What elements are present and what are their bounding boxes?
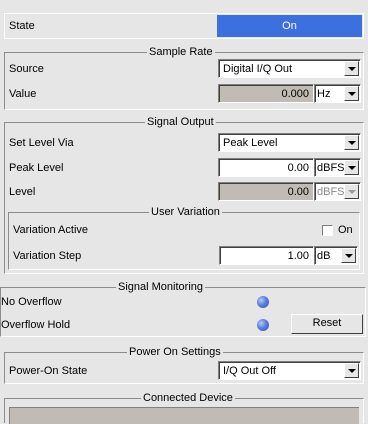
level-field: 0.00 <box>218 182 314 201</box>
chevron-down-icon[interactable] <box>344 61 359 76</box>
variation-step-unit-select[interactable]: dB <box>314 246 358 265</box>
reset-label: Reset <box>312 317 342 329</box>
variation-active-label: Variation Active <box>13 224 89 236</box>
variation-step-input[interactable]: 1.00 <box>219 246 314 265</box>
sample-rate-value-field: 0.000 <box>218 84 314 103</box>
variation-step-unit: dB <box>317 250 331 262</box>
variation-active-check-label: On <box>338 224 353 236</box>
level-label: Level <box>9 186 36 198</box>
chevron-down-icon[interactable] <box>344 160 359 175</box>
sample-rate-unit-select[interactable]: Hz <box>314 84 361 103</box>
peak-level-value: 0.00 <box>287 162 309 174</box>
source-value: Digital I/Q Out <box>223 63 293 75</box>
chevron-down-icon <box>344 184 359 199</box>
variation-step-value: 1.00 <box>287 250 309 262</box>
user-variation-title: User Variation <box>149 205 222 219</box>
level-value: 0.00 <box>287 186 309 198</box>
peak-level-unit: dBFS <box>317 162 345 174</box>
level-unit: dBFS <box>317 186 345 198</box>
signal-output-group: Signal Output Set Level Via Peak Level P… <box>4 115 364 274</box>
state-toggle[interactable]: On <box>217 15 362 37</box>
sample-rate-group: Sample Rate Source Digital I/Q Out Value… <box>4 45 364 110</box>
power-on-group: Power On Settings Power-On State I/Q Out… <box>4 345 364 384</box>
chevron-down-icon[interactable] <box>344 363 359 378</box>
sample-rate-value: 0.000 <box>281 88 309 100</box>
sample-rate-unit: Hz <box>317 88 331 100</box>
sample-rate-panel: Sample Rate Source Digital I/Q Out Value… <box>4 44 364 110</box>
chevron-down-icon[interactable] <box>344 86 359 101</box>
peak-level-unit-select[interactable]: dBFS <box>314 158 361 177</box>
signal-output-title: Signal Output <box>145 115 216 129</box>
set-level-via-select[interactable]: Peak Level <box>218 133 361 152</box>
signal-monitoring-group: Signal Monitoring No Overflow Overflow H… <box>0 280 366 337</box>
power-on-title: Power On Settings <box>127 345 223 359</box>
no-overflow-led-icon <box>257 296 269 308</box>
set-level-via-label: Set Level Via <box>9 137 74 149</box>
source-select[interactable]: Digital I/Q Out <box>218 59 361 78</box>
source-label: Source <box>9 63 44 75</box>
variation-active-checkbox[interactable] <box>322 225 333 236</box>
variation-step-label: Variation Step <box>13 250 82 262</box>
connected-device-group: Connected Device <box>4 391 364 424</box>
user-variation-group: User Variation Variation Active On Varia… <box>8 205 360 270</box>
chevron-down-icon[interactable] <box>341 248 356 263</box>
power-on-state-label: Power-On State <box>9 365 88 377</box>
state-label: State <box>9 20 35 32</box>
connected-device-display <box>9 407 359 424</box>
power-on-state-value: I/Q Out Off <box>223 365 276 377</box>
reset-button[interactable]: Reset <box>291 314 363 334</box>
no-overflow-label: No Overflow <box>1 296 62 308</box>
value-label: Value <box>9 88 37 100</box>
connected-device-title: Connected Device <box>141 391 235 405</box>
power-on-state-select[interactable]: I/Q Out Off <box>218 361 361 380</box>
signal-monitoring-title: Signal Monitoring <box>116 280 205 294</box>
sample-rate-title: Sample Rate <box>147 45 215 59</box>
level-unit-select: dBFS <box>314 182 361 201</box>
chevron-down-icon[interactable] <box>344 135 359 150</box>
overflow-hold-led-icon <box>257 319 269 331</box>
set-level-via-value: Peak Level <box>223 137 278 149</box>
state-row: State On <box>4 13 364 39</box>
peak-level-label: Peak Level <box>9 162 64 174</box>
overflow-hold-label: Overflow Hold <box>1 319 71 331</box>
state-value: On <box>282 20 297 32</box>
peak-level-input[interactable]: 0.00 <box>218 158 314 177</box>
